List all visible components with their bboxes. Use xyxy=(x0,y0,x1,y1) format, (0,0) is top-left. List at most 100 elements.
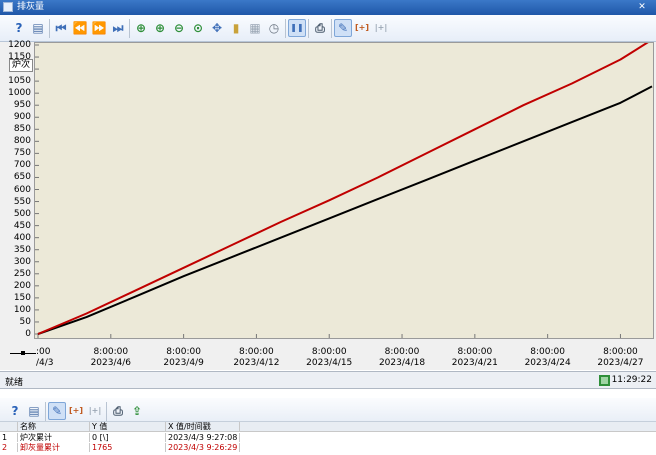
x-tick-date-label: 2023/4/24 xyxy=(524,358,571,368)
trend-window: 排灰量 ✕ ? ▤ ⏮ ⏪ ⏩ ⏭ ⊕ ⊕ ⊖ ⊙ ✥ ▮ ▦ ◷ ❚❚ ⎙ ✎ [+] |+| 0 50 100 150… xyxy=(0,0,656,455)
ruler-icon: ▮ xyxy=(232,21,240,35)
calendar-button[interactable]: ▤ xyxy=(29,19,47,37)
y-tick-label: 950 xyxy=(13,100,31,111)
table-row[interactable]: 2 卸灰量累计 1765 2023/4/3 9:26:29 xyxy=(0,443,656,452)
pause-icon: ❚❚ xyxy=(290,23,304,32)
title-bar: 排灰量 ✕ xyxy=(0,0,656,15)
help-button[interactable]: ? xyxy=(10,19,28,37)
x-tick-date-label: 2023/4/27 xyxy=(597,358,644,368)
x-tick-time-label: 8:00:00 xyxy=(239,347,274,357)
y-tick-label: 200 xyxy=(13,280,31,291)
toolbar-separator xyxy=(45,402,46,421)
toolbar-separator xyxy=(331,19,332,38)
help-icon: ? xyxy=(11,404,19,418)
y-tick-label: 0 xyxy=(25,329,31,339)
y-tick-label: 500 xyxy=(13,208,31,219)
fast-forward-icon: ⏩ xyxy=(91,21,107,35)
export-button[interactable]: ⇪ xyxy=(128,402,146,420)
help-button[interactable]: ? xyxy=(6,402,24,420)
y-tick-label: 250 xyxy=(13,268,31,279)
cursor-line-sample xyxy=(10,351,36,355)
zoom-in-button[interactable]: ⊕ xyxy=(151,19,169,37)
print-icon: ⎙ xyxy=(315,21,325,35)
y-tick-label: 550 xyxy=(13,196,31,207)
toolbar-separator xyxy=(129,19,130,38)
table-row[interactable]: 1 炉次累计 0 [\] 2023/4/3 9:27:08 xyxy=(0,433,656,442)
series-y-value: 0 [\] xyxy=(90,433,166,442)
pause-button[interactable]: ❚❚ xyxy=(288,19,306,37)
print-button[interactable]: ⎙ xyxy=(109,402,127,420)
toolbar-separator xyxy=(49,19,50,38)
scale-button[interactable]: [+] xyxy=(67,402,85,420)
x-tick-date-label: 2023/4/18 xyxy=(378,358,426,368)
y-tick-label: 750 xyxy=(13,148,31,159)
fast-forward-button[interactable]: ⏩ xyxy=(90,19,108,37)
y-tick-label: 1050 xyxy=(8,76,31,87)
header-y-value[interactable]: Y 值 xyxy=(90,422,166,431)
last-button[interactable]: ⏭ xyxy=(109,19,127,37)
chart-area: 0 50 100 150 200 250 300 350 400 450 500 550 600 650 7… xyxy=(0,38,656,370)
timer-icon: ◷ xyxy=(268,21,280,35)
rewind-button[interactable]: ⏪ xyxy=(71,19,89,37)
scale-icon: [+] xyxy=(354,23,369,32)
cursor-pin-icon: ✎ xyxy=(51,404,63,418)
toolbar-separator xyxy=(308,19,309,38)
zoom-fit-button[interactable]: ⊕ xyxy=(132,19,150,37)
cursor-pin-button[interactable]: ✎ xyxy=(48,402,66,420)
y-tick-label: 300 xyxy=(13,256,31,267)
range-button[interactable]: |+| xyxy=(86,402,104,420)
zoom-out-button[interactable]: ⊖ xyxy=(170,19,188,37)
x-tick-time-label: 8:00:00 xyxy=(166,347,201,357)
y-tick-label: 900 xyxy=(13,112,31,123)
pan-button[interactable]: ✥ xyxy=(208,19,226,37)
status-bar: 就绪 11:29:22 xyxy=(0,371,656,389)
toolbar-separator xyxy=(106,402,107,421)
calendar-button[interactable]: ▤ xyxy=(25,402,43,420)
x-tick-date-label: 2023/4/6 xyxy=(90,358,131,368)
series-name: 卸灰量累计 xyxy=(18,443,90,452)
header-name[interactable]: 名称 xyxy=(18,422,90,431)
row-number: 1 xyxy=(0,433,18,442)
zoom-in-icon: ⊕ xyxy=(154,21,166,35)
series-name: 炉次累计 xyxy=(18,433,90,442)
x-tick-date-label: 2023/4/21 xyxy=(451,358,498,368)
zoom-reset-button[interactable]: ⊙ xyxy=(189,19,207,37)
trend-chart[interactable] xyxy=(35,38,653,338)
header-x-value[interactable]: X 值/时间戳 xyxy=(166,422,240,431)
x-tick-date-label: /4/3 xyxy=(36,358,54,368)
last-icon: ⏭ xyxy=(112,21,124,35)
table-header: 名称 Y 值 X 值/时间戳 xyxy=(0,422,656,432)
cursor-value-table: 名称 Y 值 X 值/时间戳 1 炉次累计 0 [\] 2023/4/3 9:2… xyxy=(0,422,656,455)
x-tick-date-label: 2023/4/9 xyxy=(163,358,204,368)
timer-button[interactable]: ◷ xyxy=(265,19,283,37)
status-time: 11:29:22 xyxy=(611,375,652,385)
toolbar-separator xyxy=(285,19,286,38)
window-title: 排灰量 xyxy=(17,2,45,12)
series-x-value: 2023/4/3 9:27:08 xyxy=(166,433,240,442)
scale-button[interactable]: [+] xyxy=(353,19,371,37)
ruler-button[interactable]: ▮ xyxy=(227,19,245,37)
range-icon: |+| xyxy=(88,406,102,415)
y-axis-unit-label: 炉次 xyxy=(9,59,34,72)
export-icon: ⇪ xyxy=(131,404,143,418)
first-button[interactable]: ⏮ xyxy=(52,19,70,37)
app-icon xyxy=(3,2,13,12)
y-tick-label: 400 xyxy=(13,232,31,243)
row-number: 2 xyxy=(0,443,18,452)
series-x-value: 2023/4/3 9:26:29 xyxy=(166,443,240,452)
status-text: 就绪 xyxy=(5,378,24,388)
x-tick-time-label: 8:00:00 xyxy=(603,347,638,357)
series-line-heat-count[interactable] xyxy=(37,85,653,335)
series-line-ash-discharge[interactable] xyxy=(37,38,653,335)
y-tick-label: 1200 xyxy=(8,40,31,50)
zoom-fit-icon: ⊕ xyxy=(135,21,147,35)
x-tick-time-label: 8:00:00 xyxy=(457,347,493,357)
plot-area[interactable] xyxy=(34,38,654,339)
range-button[interactable]: |+| xyxy=(372,19,390,37)
y-tick-label: 650 xyxy=(13,172,31,183)
print-button[interactable]: ⎙ xyxy=(311,19,329,37)
close-button[interactable]: ✕ xyxy=(634,2,650,13)
chart-toolbar: ? ▤ ⏮ ⏪ ⏩ ⏭ ⊕ ⊕ ⊖ ⊙ ✥ ▮ ▦ ◷ ❚❚ ⎙ ✎ [+] |+| xyxy=(0,15,656,42)
grid-button[interactable]: ▦ xyxy=(246,19,264,37)
cursor-pin-button[interactable]: ✎ xyxy=(334,19,352,37)
